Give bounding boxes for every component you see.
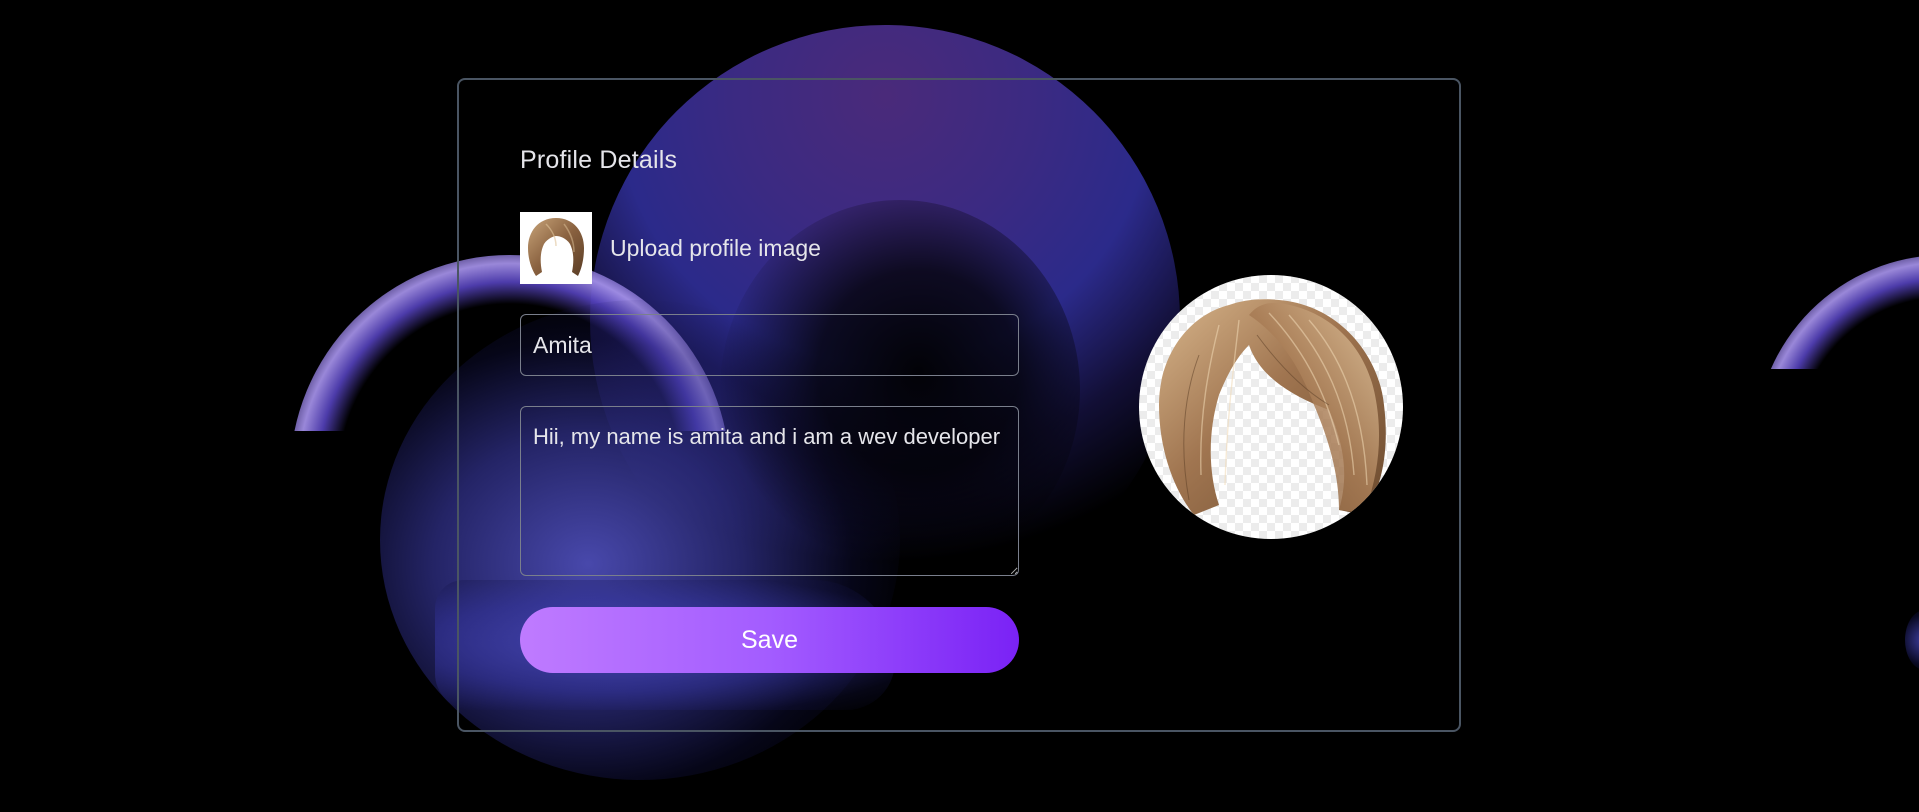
background-glow-right [1905,610,1919,670]
save-button[interactable]: Save [520,607,1019,673]
profile-avatar-preview [1139,275,1403,539]
bio-textarea[interactable]: Hii, my name is amita and i am a wev dev… [520,406,1019,576]
name-input[interactable] [520,314,1019,376]
profile-thumbnail-image [520,212,592,284]
upload-profile-image-label: Upload profile image [610,234,821,261]
page: Profile Details Upload profile image Ami… [0,0,1919,812]
profile-card: Profile Details Upload profile image Ami… [457,78,1461,732]
background-ring-right [1755,255,1919,369]
page-title: Profile Details [520,146,678,174]
upload-profile-image-button[interactable]: Upload profile image [520,212,821,284]
